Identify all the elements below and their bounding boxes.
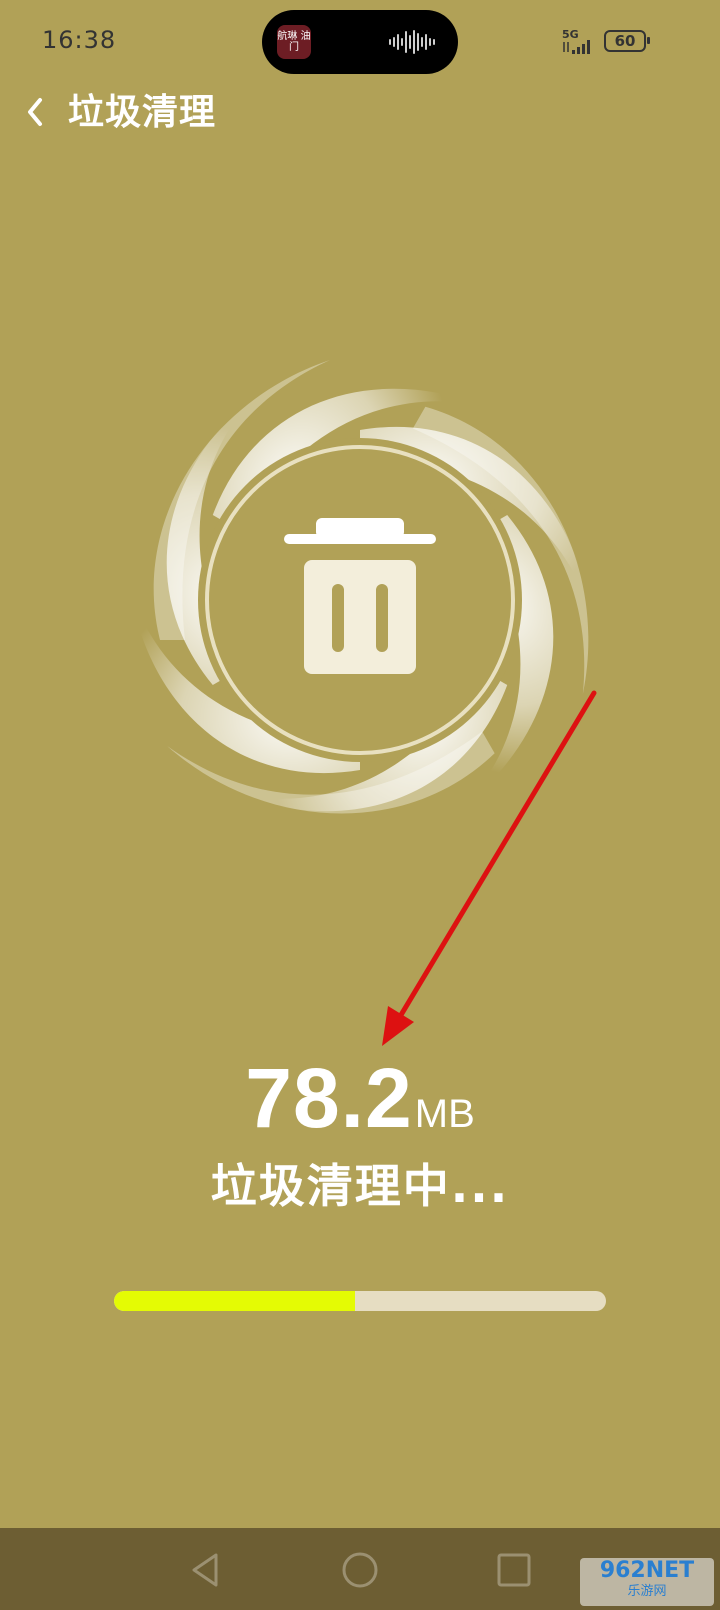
watermark-main: 962NET (599, 1558, 695, 1583)
circle-home-icon[interactable] (340, 1550, 380, 1590)
status-time: 16:38 (42, 26, 117, 54)
island-app-icon: 航琳 油门 (277, 25, 311, 59)
status-bar: 16:38 航琳 油门 5G 60 (0, 0, 720, 84)
cleaning-animation (130, 360, 590, 814)
square-recents-icon[interactable] (494, 1550, 534, 1590)
dynamic-island[interactable]: 航琳 油门 (262, 10, 458, 74)
triangle-back-icon[interactable] (186, 1550, 226, 1590)
chevron-left-icon[interactable] (22, 90, 52, 134)
watermark-sub: 乐游网 (627, 1584, 667, 1599)
battery-tip (647, 37, 650, 44)
junk-size-readout: 78.2MB (0, 1050, 720, 1147)
junk-size-unit: MB (414, 1092, 475, 1136)
junk-size-value: 78.2 (245, 1051, 413, 1145)
trash-can-icon (284, 518, 436, 674)
site-watermark: 962NET 乐游网 (580, 1558, 714, 1606)
page-title: 垃圾清理 (68, 92, 217, 133)
battery-indicator: 60 (604, 30, 646, 52)
cleaning-progress-bar (114, 1291, 606, 1311)
progress-fill (114, 1291, 356, 1311)
status-indicators: 5G 60 (544, 28, 694, 54)
cleaning-status-text: 垃圾清理中... (210, 1159, 510, 1213)
signal-bars-icon (563, 40, 590, 54)
top-bar: 垃圾清理 (0, 84, 720, 144)
audio-wave-icon (389, 30, 435, 54)
